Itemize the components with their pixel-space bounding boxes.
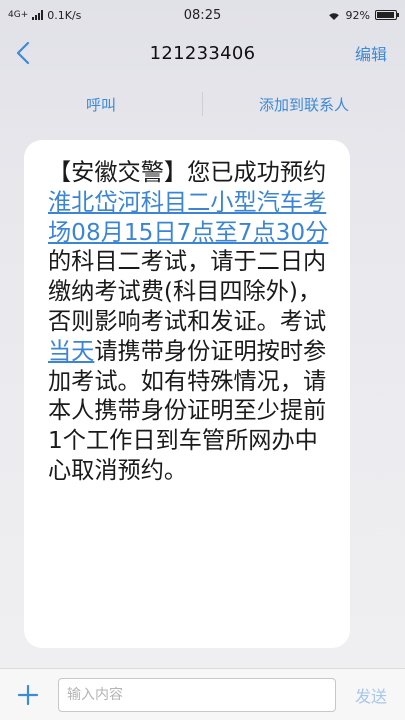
message-text-1: 【安徽交警】您已成功预约 xyxy=(48,159,327,186)
status-right: 92% xyxy=(327,8,399,22)
message-input[interactable] xyxy=(58,677,336,712)
composer-bar: 发送 xyxy=(0,668,405,720)
status-left: 4G+ 0.1K/s xyxy=(8,9,81,22)
status-bar: 4G+ 0.1K/s 08:25 92% xyxy=(0,0,405,30)
message-text-2: 的科目二考试，请于二日内缴纳考试费(科目四除外)，否则影响考试和发证。考试 xyxy=(48,248,327,335)
network-speed: 0.1K/s xyxy=(47,8,82,22)
call-button[interactable]: 呼叫 xyxy=(0,94,202,115)
signal-icon xyxy=(32,10,44,20)
page-title: 121233406 xyxy=(149,42,256,64)
add-attachment-button[interactable] xyxy=(10,677,46,713)
contact-action-bar: 呼叫 添加到联系人 xyxy=(0,84,405,124)
wifi-icon xyxy=(328,12,339,20)
exam-day-link[interactable]: 当天 xyxy=(48,338,94,365)
plus-icon xyxy=(17,684,39,705)
nav-bar: 121233406 编辑 xyxy=(0,30,405,76)
edit-button[interactable]: 编辑 xyxy=(355,41,387,65)
add-to-contacts-button[interactable]: 添加到联系人 xyxy=(203,94,405,115)
chevron-left-icon xyxy=(16,41,30,65)
exam-appointment-link[interactable]: 淮北岱河科目二小型汽车考场08月15日7点至7点30分 xyxy=(48,189,328,246)
network-type: 4G+ xyxy=(8,10,29,20)
battery-icon xyxy=(375,10,399,20)
back-button[interactable] xyxy=(16,38,44,68)
battery-percent: 92% xyxy=(345,8,370,22)
message-bubble[interactable]: 【安徽交警】您已成功预约淮北岱河科目二小型汽车考场08月15日7点至7点30分的… xyxy=(24,140,350,648)
send-button[interactable]: 发送 xyxy=(355,683,387,707)
